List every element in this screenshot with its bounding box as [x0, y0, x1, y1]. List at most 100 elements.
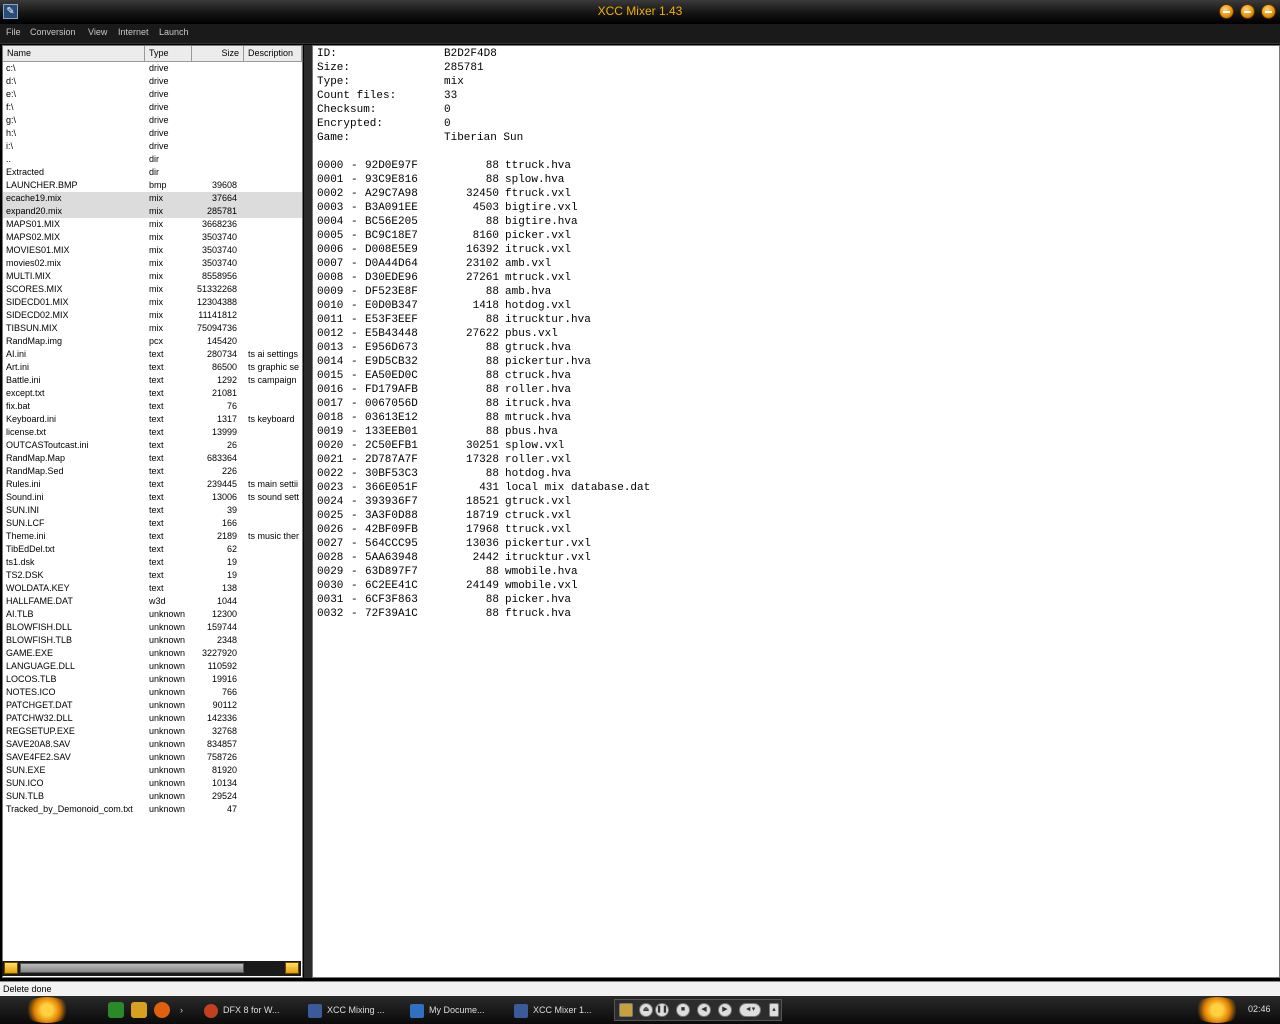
file-row[interactable]: SIDECD02.MIX mix 11141812 — [3, 309, 302, 322]
file-row[interactable]: Keyboard.ini text 1317 ts keyboard — [3, 413, 302, 426]
file-row[interactable]: LAUNCHER.BMP bmp 39608 — [3, 179, 302, 192]
file-row[interactable]: fix.bat text 76 — [3, 400, 302, 413]
menu-conversion[interactable]: Conversion — [30, 27, 76, 37]
pause-icon[interactable]: ❚❚ — [655, 1003, 669, 1017]
restore-player-icon[interactable]: ▴ — [769, 1003, 779, 1017]
file-row[interactable]: NOTES.ICO unknown 766 — [3, 686, 302, 699]
media-logo-icon[interactable] — [619, 1003, 633, 1017]
file-row[interactable]: MULTI.MIX mix 8558956 — [3, 270, 302, 283]
file-row[interactable]: SUN.TLB unknown 29524 — [3, 790, 302, 803]
scroll-thumb[interactable] — [20, 963, 244, 973]
minimize-button[interactable] — [1219, 4, 1234, 19]
file-row[interactable]: MOVIES01.MIX mix 3503740 — [3, 244, 302, 257]
ie-icon[interactable] — [108, 1002, 124, 1018]
file-row[interactable]: Rules.ini text 239445 ts main settii — [3, 478, 302, 491]
eject-icon[interactable]: ⏏ — [639, 1003, 653, 1017]
file-size: 12304388 — [196, 297, 237, 307]
file-row[interactable]: except.txt text 21081 — [3, 387, 302, 400]
file-row[interactable]: GAME.EXE unknown 3227920 — [3, 647, 302, 660]
column-description[interactable]: Description — [244, 46, 302, 61]
column-size[interactable]: Size — [192, 46, 244, 61]
file-row[interactable]: Art.ini text 86500 ts graphic se — [3, 361, 302, 374]
file-row[interactable]: SUN.EXE unknown 81920 — [3, 764, 302, 777]
task-my-documents[interactable]: My Docume... — [410, 999, 510, 1021]
firefox-icon[interactable] — [154, 1002, 170, 1018]
file-row[interactable]: i:\ drive — [3, 140, 302, 153]
scroll-right-icon[interactable] — [285, 962, 299, 974]
file-row[interactable]: AI.TLB unknown 12300 — [3, 608, 302, 621]
file-row[interactable]: LOCOS.TLB unknown 19916 — [3, 673, 302, 686]
file-row[interactable]: RandMap.Sed text 226 — [3, 465, 302, 478]
file-row[interactable]: f:\ drive — [3, 101, 302, 114]
file-row[interactable]: SUN.LCF text 166 — [3, 517, 302, 530]
entry-size: 88 — [485, 160, 499, 172]
file-row[interactable]: c:\ drive — [3, 62, 302, 75]
file-row[interactable]: SUN.INI text 39 — [3, 504, 302, 517]
quicklaunch-more-icon[interactable]: › — [180, 1006, 188, 1015]
file-row[interactable]: SIDECD01.MIX mix 12304388 — [3, 296, 302, 309]
file-row[interactable]: movies02.mix mix 3503740 — [3, 257, 302, 270]
file-row[interactable]: ts1.dsk text 19 — [3, 556, 302, 569]
file-row[interactable]: ecache19.mix mix 37664 — [3, 192, 302, 205]
file-row[interactable]: SUN.ICO unknown 10134 — [3, 777, 302, 790]
file-row[interactable]: MAPS02.MIX mix 3503740 — [3, 231, 302, 244]
file-size: 766 — [221, 687, 237, 697]
file-type: unknown — [149, 674, 186, 684]
scroll-left-icon[interactable] — [4, 962, 18, 974]
file-row[interactable]: SAVE4FE2.SAV unknown 758726 — [3, 751, 302, 764]
menu-view[interactable]: View — [88, 27, 107, 37]
maximize-button[interactable] — [1240, 4, 1255, 19]
file-row[interactable]: TS2.DSK text 19 — [3, 569, 302, 582]
task-xcc-mixing[interactable]: XCC Mixing ... — [308, 999, 408, 1021]
menu-internet[interactable]: Internet — [118, 27, 149, 37]
file-row[interactable]: license.txt text 13999 — [3, 426, 302, 439]
file-row[interactable]: .. dir — [3, 153, 302, 166]
task-xcc-mixer[interactable]: XCC Mixer 1... — [514, 999, 612, 1021]
file-row[interactable]: WOLDATA.KEY text 138 — [3, 582, 302, 595]
entry-index: 0005 — [317, 230, 344, 242]
file-row[interactable]: LANGUAGE.DLL unknown 110592 — [3, 660, 302, 673]
next-icon[interactable]: ▶ — [718, 1003, 732, 1017]
file-row[interactable]: RandMap.img pcx 145420 — [3, 335, 302, 348]
file-list-panel[interactable]: Name Type Size Description c:\ drive d:\ dr… — [2, 45, 303, 978]
column-type[interactable]: Type — [145, 46, 192, 61]
file-row[interactable]: PATCHGET.DAT unknown 90112 — [3, 699, 302, 712]
file-row[interactable]: expand20.mix mix 285781 — [3, 205, 302, 218]
file-row[interactable]: AI.ini text 280734 ts ai settings — [3, 348, 302, 361]
file-row[interactable]: d:\ drive — [3, 75, 302, 88]
file-row[interactable]: SCORES.MIX mix 51332268 — [3, 283, 302, 296]
menu-launch[interactable]: Launch — [159, 27, 189, 37]
previous-icon[interactable]: ◀ — [697, 1003, 711, 1017]
file-row[interactable]: MAPS01.MIX mix 3668236 — [3, 218, 302, 231]
file-row[interactable]: HALLFAME.DAT w3d 1044 — [3, 595, 302, 608]
file-row[interactable]: RandMap.Map text 683364 — [3, 452, 302, 465]
start-button[interactable] — [22, 997, 72, 1023]
entry-id: E53F3EEF — [365, 314, 418, 326]
clock[interactable]: 02:46 — [1248, 1004, 1271, 1014]
file-row[interactable]: PATCHW32.DLL unknown 142336 — [3, 712, 302, 725]
menu-file[interactable]: File — [6, 27, 21, 37]
close-button[interactable] — [1261, 4, 1276, 19]
file-row[interactable]: Sound.ini text 13006 ts sound sett — [3, 491, 302, 504]
file-row[interactable]: REGSETUP.EXE unknown 32768 — [3, 725, 302, 738]
file-row[interactable]: Theme.ini text 2189 ts music ther — [3, 530, 302, 543]
stop-icon[interactable]: ■ — [676, 1003, 690, 1017]
file-row[interactable]: Battle.ini text 1292 ts campaign — [3, 374, 302, 387]
clock-icon[interactable] — [131, 1002, 147, 1018]
horizontal-scrollbar[interactable] — [2, 961, 301, 976]
panel-splitter[interactable] — [304, 45, 312, 978]
file-row[interactable]: e:\ drive — [3, 88, 302, 101]
task-dfx[interactable]: DFX 8 for W... — [204, 999, 304, 1021]
file-row[interactable]: BLOWFISH.DLL unknown 159744 — [3, 621, 302, 634]
column-name[interactable]: Name — [3, 46, 145, 61]
file-row[interactable]: Tracked_by_Demonoid_com.txt unknown 47 — [3, 803, 302, 816]
volume-icon[interactable]: ◄▾ — [739, 1003, 761, 1017]
file-row[interactable]: Extracted dir — [3, 166, 302, 179]
file-row[interactable]: TibEdDel.txt text 62 — [3, 543, 302, 556]
file-row[interactable]: h:\ drive — [3, 127, 302, 140]
file-row[interactable]: g:\ drive — [3, 114, 302, 127]
file-row[interactable]: OUTCASToutcast.ini text 26 — [3, 439, 302, 452]
file-row[interactable]: BLOWFISH.TLB unknown 2348 — [3, 634, 302, 647]
file-row[interactable]: SAVE20A8.SAV unknown 834857 — [3, 738, 302, 751]
file-row[interactable]: TIBSUN.MIX mix 75094736 — [3, 322, 302, 335]
